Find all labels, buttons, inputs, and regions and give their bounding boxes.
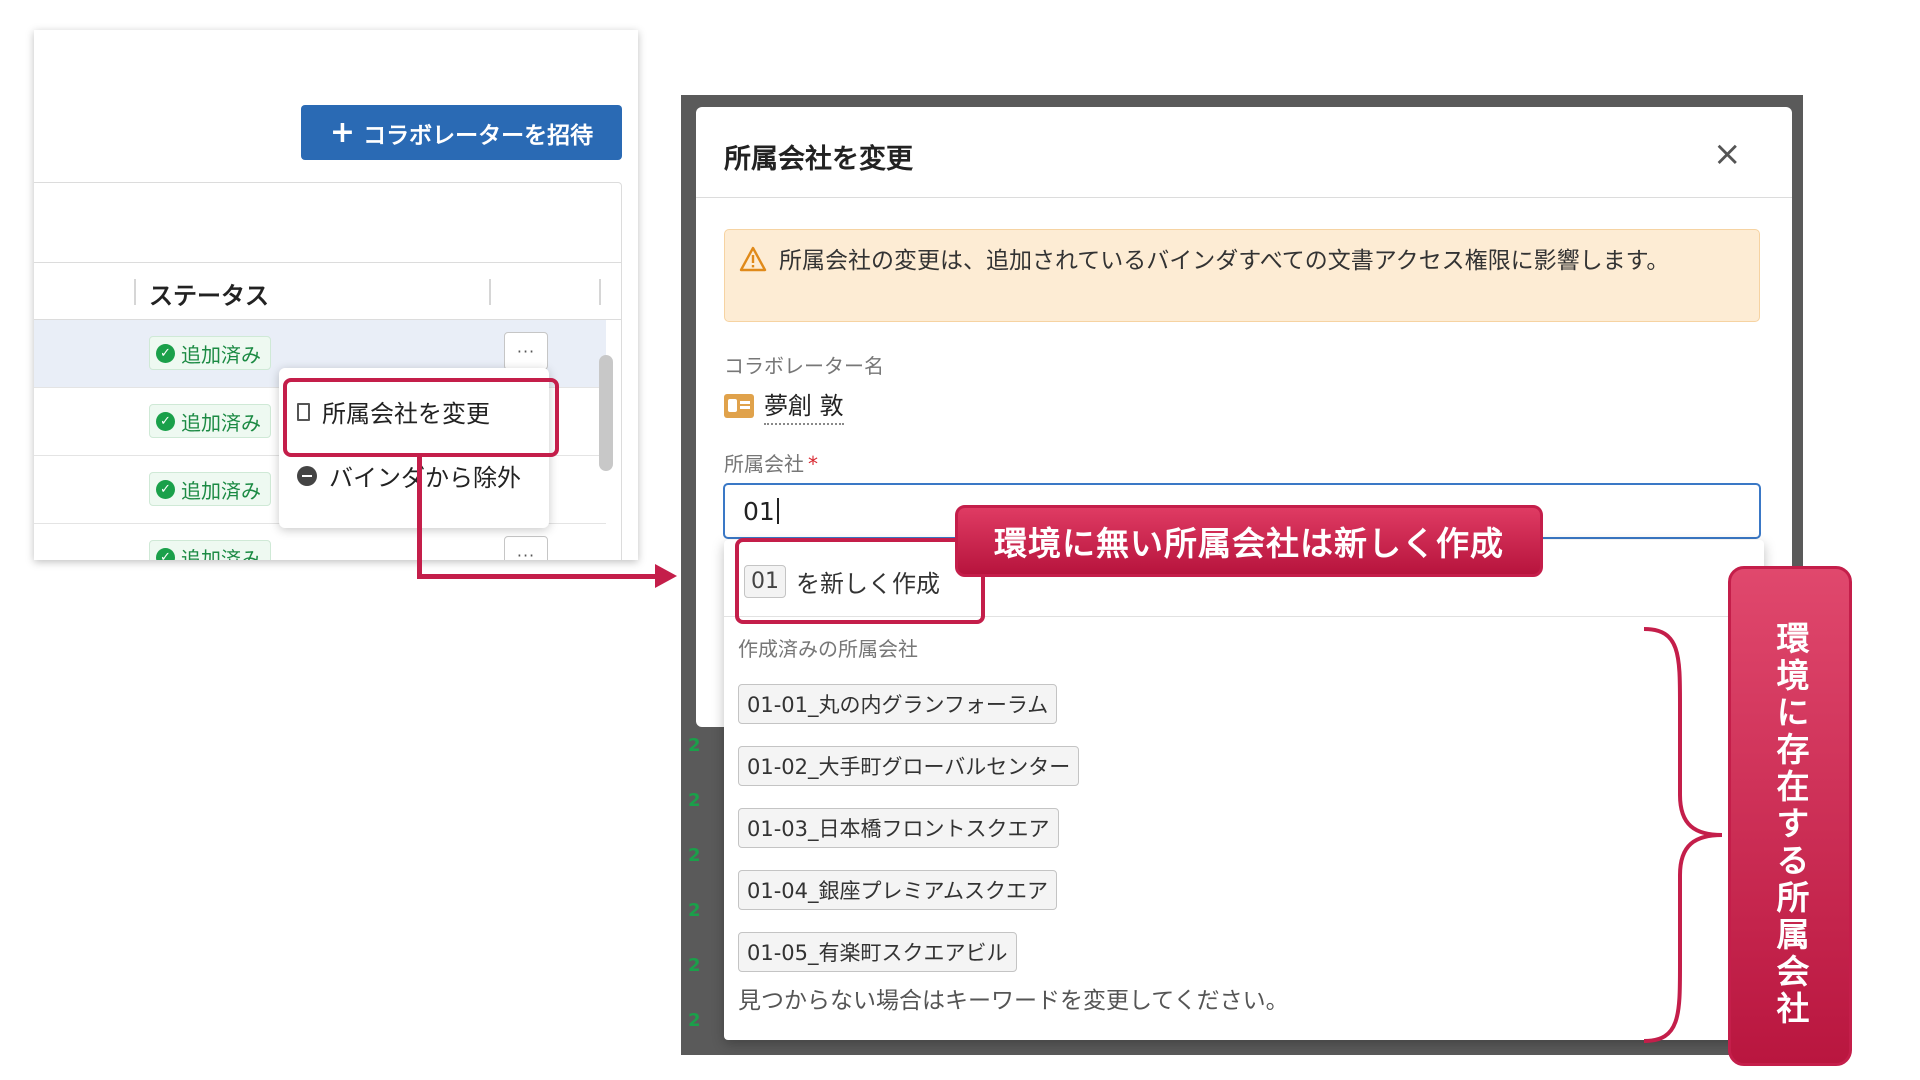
connector-line (417, 574, 657, 579)
close-icon[interactable]: × (1713, 137, 1742, 171)
collaborator-name: 夢創 敦 (724, 386, 844, 425)
connector-arrow-icon (655, 564, 677, 588)
status-badge: ✓ 追加済み (149, 404, 271, 438)
backdrop-row-mark: 2 (688, 1010, 701, 1031)
company-label-text: 所属会社 (724, 452, 804, 476)
backdrop-row-mark: 2 (688, 845, 701, 866)
existing-company-callout-text: 環境に存在する所属会社 (1771, 621, 1810, 1028)
table-row[interactable]: ✓ 追加済み ··· (34, 524, 606, 560)
collaborator-name-label: コラボレーター名 (724, 354, 884, 378)
existing-company-callout: 環境に存在する所属会社 (1728, 566, 1852, 1066)
column-separator[interactable] (599, 279, 601, 305)
backdrop-row-mark: 2 (688, 790, 701, 811)
collaborator-table-panel: + コラボレーターを招待 ステータス ✓ 追加済み ··· ✓ 追加済み ✓ 追加済み… (34, 30, 638, 560)
row-more-button[interactable]: ··· (504, 332, 548, 370)
required-mark: * (808, 452, 818, 476)
row-more-button[interactable]: ··· (504, 536, 548, 560)
backdrop-row-mark: 2 (688, 900, 701, 921)
status-badge: ✓ 追加済み (149, 336, 271, 370)
company-option[interactable]: 01-04_銀座プレミアムスクエア (738, 870, 1058, 910)
warning-alert: 所属会社の変更は、追加されているバインダすべての文書アクセス権限に影響します。 (724, 229, 1760, 322)
company-option[interactable]: 01-02_大手町グローバルセンター (738, 746, 1080, 786)
invite-collaborator-button[interactable]: + コラボレーターを招待 (301, 105, 622, 160)
status-badge-label: 追加済み (181, 342, 261, 367)
invite-collaborator-label: コラボレーターを招待 (363, 122, 594, 149)
column-separator[interactable] (489, 279, 491, 305)
status-badge: ✓ 追加済み (149, 540, 271, 560)
dialog-divider (696, 197, 1792, 198)
create-option-highlight (735, 538, 985, 624)
backdrop-row-mark: 2 (688, 735, 701, 756)
collaborator-name-value[interactable]: 夢創 敦 (764, 386, 844, 425)
not-found-hint: 見つからない場合はキーワードを変更してください。 (738, 988, 1289, 1014)
contact-card-icon (724, 393, 754, 418)
table-header: ステータス (34, 262, 622, 320)
company-field-label: 所属会社 * (724, 448, 818, 477)
change-company-highlight (283, 378, 559, 457)
new-company-callout: 環境に無い所属会社は新しく作成 (955, 505, 1543, 577)
menu-item-remove-from-binder[interactable]: バインダから除外 (297, 458, 521, 493)
menu-item-label: バインダから除外 (329, 464, 521, 492)
company-option[interactable]: 01-05_有楽町スクエアビル (738, 932, 1017, 972)
column-separator[interactable] (134, 279, 136, 305)
right-brace-icon (1643, 627, 1723, 1043)
dialog-title: 所属会社を変更 (724, 144, 913, 175)
status-badge-label: 追加済み (181, 546, 261, 561)
minus-circle-icon (297, 465, 317, 486)
check-circle-icon: ✓ (156, 479, 175, 499)
status-badge: ✓ 追加済み (149, 472, 271, 506)
warning-icon (739, 246, 767, 272)
text-caret (776, 498, 779, 524)
check-circle-icon: ✓ (156, 343, 175, 363)
connector-line (417, 456, 422, 579)
company-option[interactable]: 01-03_日本橋フロントスクエア (738, 808, 1059, 848)
check-circle-icon: ✓ (156, 547, 175, 560)
warning-text: 所属会社の変更は、追加されているバインダすべての文書アクセス権限に影響します。 (779, 248, 1670, 274)
status-badge-label: 追加済み (181, 410, 261, 435)
company-input-value: 01 (743, 496, 775, 526)
backdrop-row-mark: 2 (688, 955, 701, 976)
existing-companies-heading: 作成済みの所属会社 (738, 637, 918, 661)
table-scrollbar[interactable] (599, 355, 613, 471)
plus-icon: + (329, 114, 356, 150)
status-badge-label: 追加済み (181, 478, 261, 503)
company-option[interactable]: 01-01_丸の内グランフォーラム (738, 684, 1058, 724)
status-column-header: ステータス (149, 282, 269, 310)
check-circle-icon: ✓ (156, 411, 175, 431)
